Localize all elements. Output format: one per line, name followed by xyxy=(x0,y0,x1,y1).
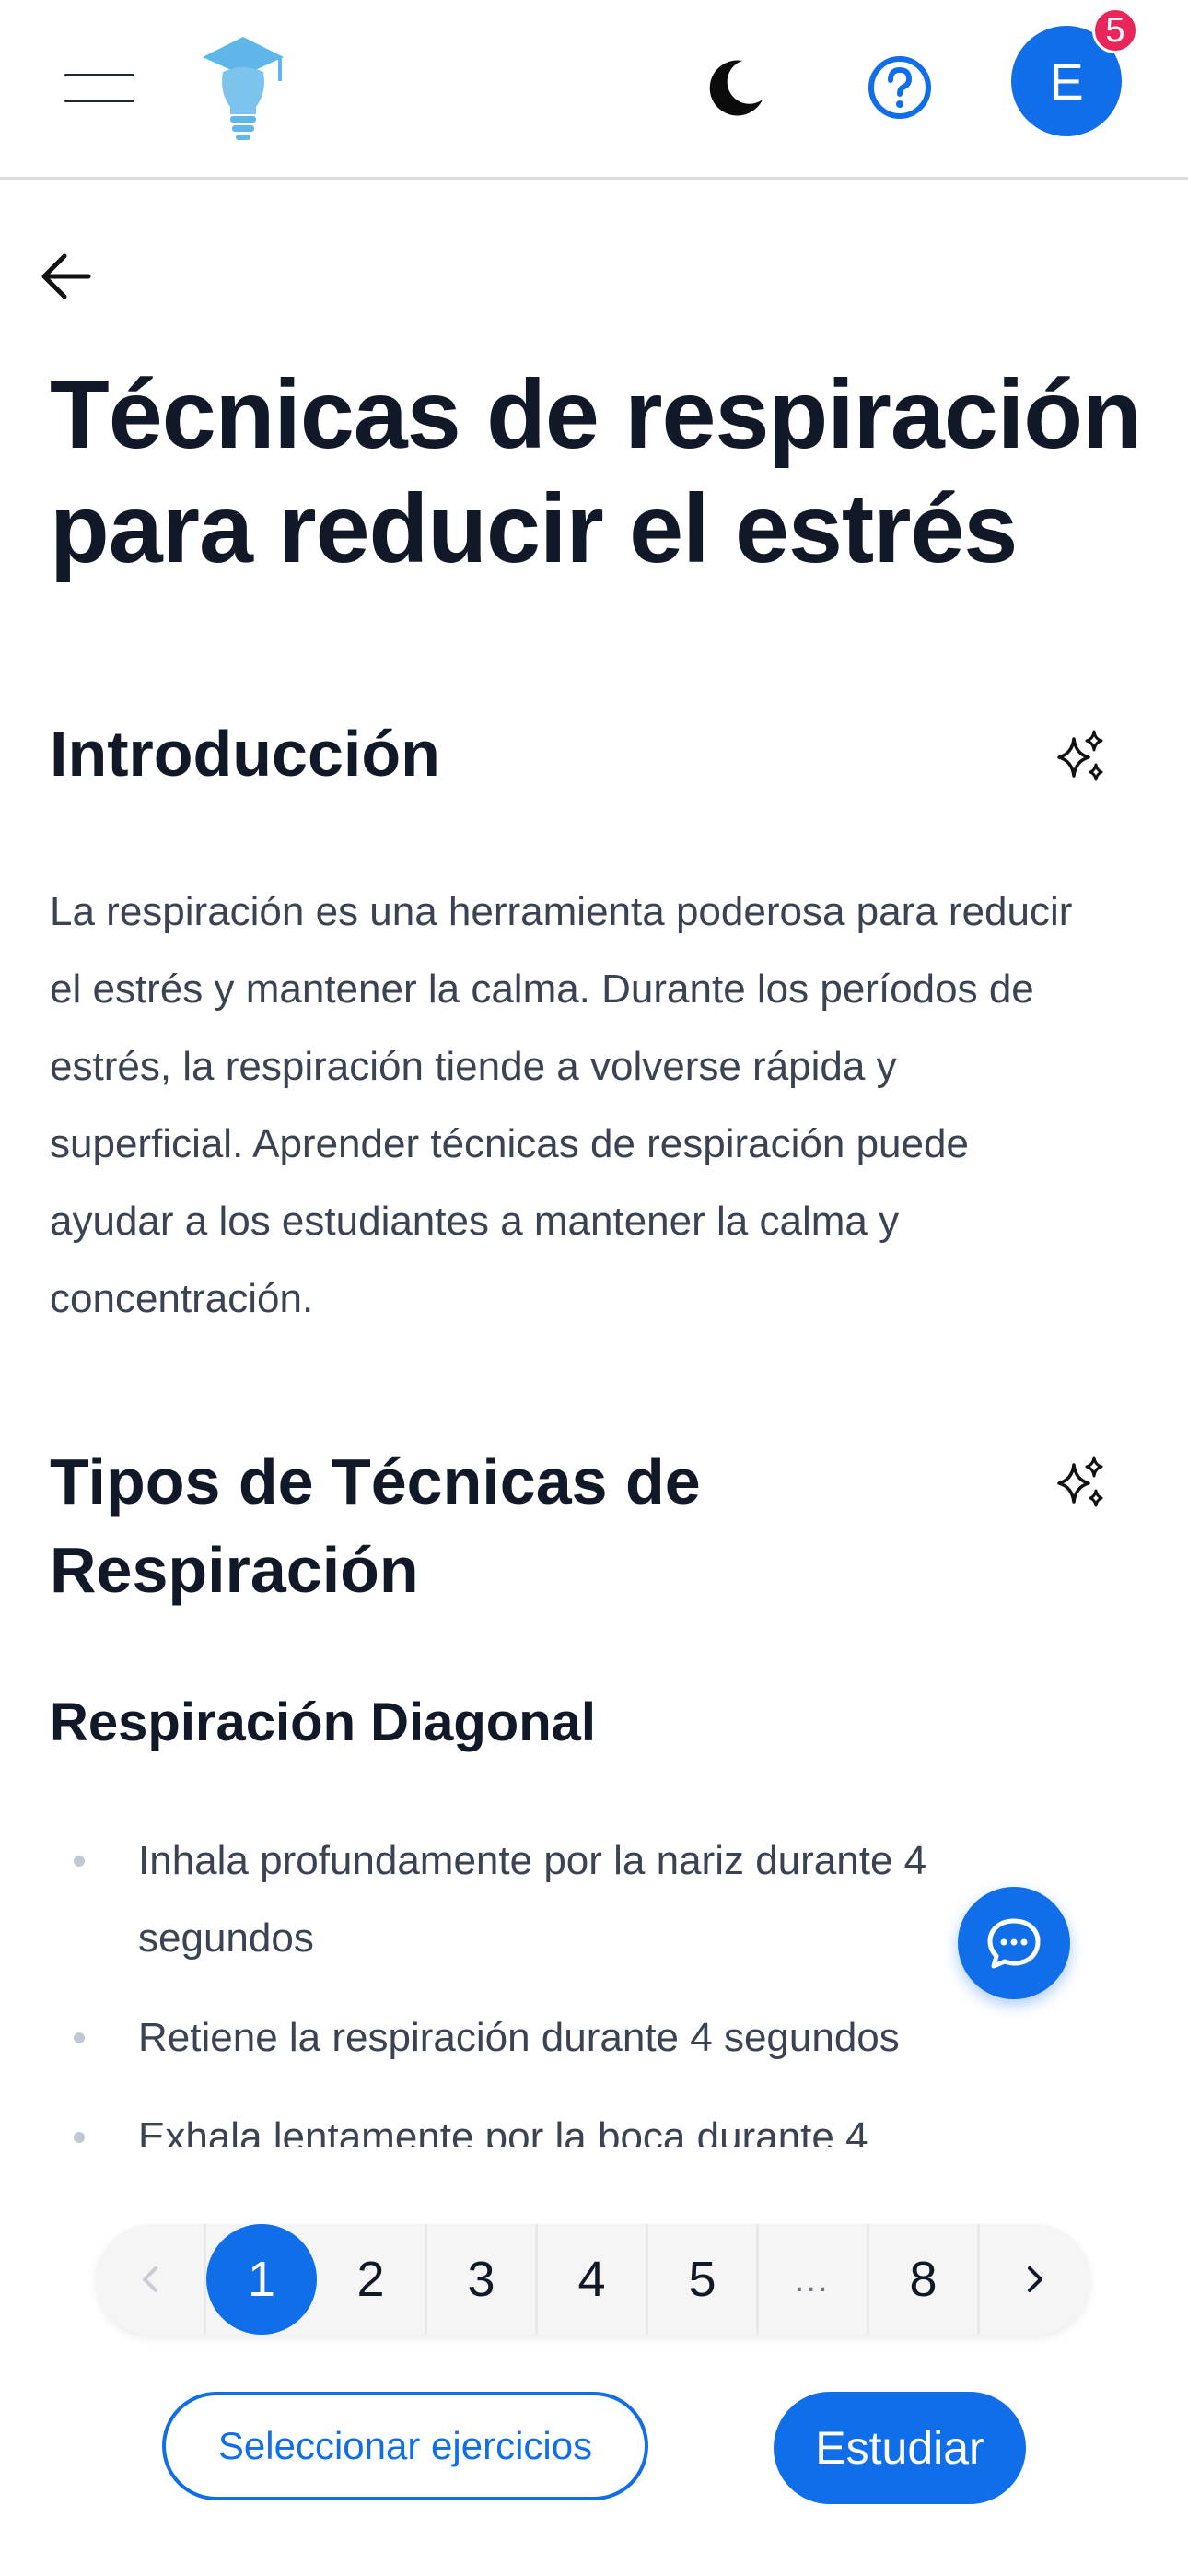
chat-button[interactable] xyxy=(958,1887,1070,1999)
graduation-bulb-logo-icon[interactable] xyxy=(201,35,285,142)
chevron-left-icon xyxy=(142,2266,157,2292)
pagination-ellipsis: … xyxy=(759,2224,869,2335)
ai-sparkle-icon[interactable] xyxy=(1052,728,1109,785)
subsection-heading: Respiración Diagonal xyxy=(50,1692,597,1752)
bullet-dot-icon xyxy=(74,2032,85,2043)
pagination-page-8[interactable]: 8 xyxy=(869,2224,980,2335)
pagination-page-5[interactable]: 5 xyxy=(648,2224,759,2335)
chat-bubble-icon xyxy=(987,1918,1041,1969)
avatar-initial: E xyxy=(1049,52,1084,111)
list-item: Inhala profundamente por la nariz durant… xyxy=(50,1822,1063,1977)
bullet-dot-icon xyxy=(74,1856,85,1867)
select-exercises-button[interactable]: Seleccionar ejercicios xyxy=(162,2392,648,2500)
section-heading-introduction: Introducción xyxy=(50,718,440,790)
pagination-page-3[interactable]: 3 xyxy=(427,2224,538,2335)
pagination-page-1[interactable]: 1 xyxy=(206,2224,317,2335)
chevron-right-icon xyxy=(1028,2266,1042,2292)
pagination-next-button[interactable] xyxy=(980,2224,1090,2335)
back-arrow-icon[interactable] xyxy=(39,249,94,304)
top-app-bar: E 5 xyxy=(0,0,1188,180)
hamburger-menu-icon[interactable] xyxy=(64,68,134,105)
pagination-page-2[interactable]: 2 xyxy=(317,2224,427,2335)
introduction-paragraph: La respiración es una herramienta podero… xyxy=(50,889,1073,1321)
help-question-icon[interactable] xyxy=(866,53,934,122)
pagination-prev-button[interactable] xyxy=(96,2224,206,2335)
notification-badge: 5 xyxy=(1092,7,1138,53)
list-item: Retiene la respiración durante 4 segundo… xyxy=(50,1999,1063,2077)
dark-mode-moon-icon[interactable] xyxy=(700,53,768,122)
bottom-panel xyxy=(0,2147,1188,2576)
pagination-page-4[interactable]: 4 xyxy=(538,2224,648,2335)
ai-sparkle-icon[interactable] xyxy=(1052,1454,1109,1511)
pagination: 1 2 3 4 5 … 8 xyxy=(96,2224,1090,2335)
technique-steps-list: Inhala profundamente por la nariz durant… xyxy=(50,1822,1063,2198)
page-title: Técnicas de respiración para reducir el … xyxy=(50,360,1142,583)
section-heading-breathing-types: Tipos de Técnicas de Respiración xyxy=(50,1446,701,1606)
study-button[interactable]: Estudiar xyxy=(774,2392,1026,2504)
bullet-dot-icon xyxy=(74,2132,85,2143)
